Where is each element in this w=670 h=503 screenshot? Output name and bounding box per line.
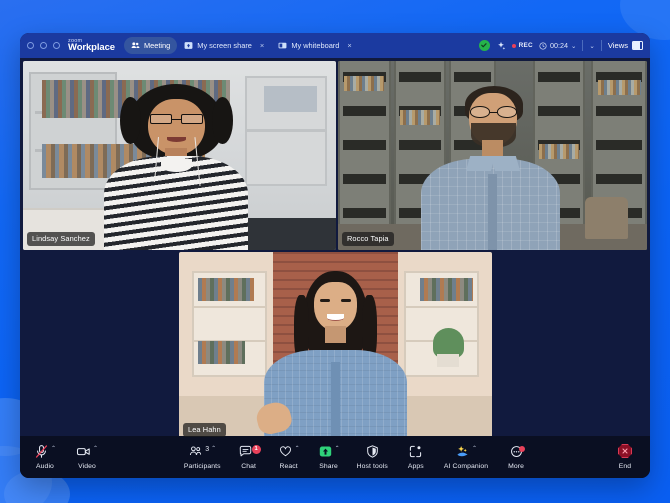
participants-count: 3 [205,446,210,453]
shield-host-icon [365,444,380,459]
participants-icon [188,444,203,459]
close-window-button[interactable] [27,42,34,49]
meeting-timer[interactable]: 00:24 ⌄ [539,41,576,50]
tab-meeting-label: Meeting [143,41,171,50]
layout-icon [632,41,643,50]
titlebar-status-cluster: REC 00:24 ⌄ ⌄ Views [478,40,645,51]
video-tile-lindsay-sanchez[interactable]: Lindsay Sanchez [23,61,336,250]
timer-value: 00:24 [549,41,568,50]
share-button[interactable]: ⌃ Share [312,444,346,470]
chevron-down-icon[interactable]: ⌄ [589,42,594,50]
host-tools-button[interactable]: Host tools [352,444,393,470]
ai-companion-button[interactable]: ⌃ AI Companion [439,444,493,470]
video-tile-grid: Lindsay Sanchez Rocco Tapia Lea Hahn [23,61,647,441]
shield-check-icon[interactable] [478,40,490,51]
views-label: Views [607,41,628,50]
apps-button[interactable]: Apps [399,444,433,470]
microphone-muted-icon [34,444,49,459]
chevron-up-icon[interactable]: ⌃ [335,444,340,454]
maximize-window-button[interactable] [53,42,60,49]
participant-name-label: Lindsay Sanchez [27,231,95,246]
apps-label: Apps [407,463,424,470]
record-dot-icon [511,43,516,48]
participant-name-label: Lea Hahn [183,422,226,437]
chevron-up-icon[interactable]: ⌃ [211,444,216,454]
tab-my-whiteboard-label: My whiteboard [291,41,340,50]
minimize-window-button[interactable] [40,42,47,49]
apps-icon [408,444,423,459]
chat-unread-badge: 1 [251,445,261,454]
meeting-stage: Lindsay Sanchez Rocco Tapia Lea Hahn ⌃ A… [20,58,650,478]
divider [582,40,584,51]
ai-sparkle-icon[interactable] [496,41,506,51]
react-label: React [279,463,298,470]
heart-icon [278,444,293,459]
video-tile-rocco-tapia[interactable]: Rocco Tapia [338,61,647,250]
control-group-left: ⌃ Audio ⌃ Video [28,444,104,470]
control-group-middle: 3 ⌃ Participants 1 ⌃ [179,444,533,470]
chevron-down-icon[interactable]: ⌄ [571,42,576,50]
chevron-up-icon[interactable]: ⌃ [472,444,477,454]
chevron-up-icon[interactable]: ⌃ [51,444,56,454]
react-button[interactable]: ⌃ React [272,444,306,470]
chevron-up-icon[interactable]: ⌃ [295,444,300,454]
tab-my-screen-share-label: My screen share [197,41,252,50]
tab-my-screen-share[interactable]: My screen share × [177,37,271,54]
tab-close-icon[interactable]: × [260,41,264,50]
people-icon [131,41,140,50]
chevron-up-icon[interactable]: ⌃ [93,444,98,454]
video-button[interactable]: ⌃ Video [70,444,104,470]
screen-share-icon [184,41,193,50]
zoom-app-window: zoom Workplace Meeting My screen share ×… [20,33,650,478]
participant-name-label: Rocco Tapia [342,231,394,246]
audio-button[interactable]: ⌃ Audio [28,444,62,470]
participant-figure [179,252,492,441]
chat-button[interactable]: 1 ⌃ Chat [232,444,266,470]
recording-indicator[interactable]: REC [511,42,533,49]
clock-icon [539,41,547,50]
participants-label: Participants [183,463,221,470]
tab-my-whiteboard[interactable]: My whiteboard × [271,37,358,54]
participant-figure [23,61,336,250]
more-button[interactable]: More [499,444,533,470]
whiteboard-icon [278,41,287,50]
video-label: Video [78,463,96,470]
title-bar: zoom Workplace Meeting My screen share ×… [20,33,650,58]
tab-meeting[interactable]: Meeting [123,37,178,54]
chat-label: Chat [241,463,256,470]
end-call-button[interactable]: End [608,444,642,470]
zoom-workplace-logo: zoom Workplace [68,38,115,53]
share-screen-icon [318,444,333,459]
ai-companion-label: AI Companion [443,463,489,470]
control-group-right: End [608,444,642,470]
end-call-icon [617,444,632,458]
more-label: More [508,463,525,470]
video-tile-lea-hahn[interactable]: Lea Hahn [179,252,492,441]
share-label: Share [319,463,338,470]
views-button[interactable]: Views [608,41,643,50]
recording-label: REC [518,42,533,49]
chat-icon [238,444,253,459]
tab-close-icon[interactable]: × [347,41,351,50]
participants-button[interactable]: 3 ⌃ Participants [179,444,226,470]
participant-figure [338,61,647,250]
meeting-control-bar: ⌃ Audio ⌃ Video 3 ⌃ Participants 1 Chat … [20,436,650,478]
more-notification-dot [519,446,526,452]
audio-label: Audio [36,463,54,470]
window-controls[interactable] [27,42,60,49]
camera-icon [76,444,91,459]
divider [600,40,602,51]
ai-companion-icon [455,444,470,459]
host-tools-label: Host tools [356,463,388,470]
end-call-label: End [618,463,632,470]
brand-workplace-text: Workplace [68,42,115,53]
